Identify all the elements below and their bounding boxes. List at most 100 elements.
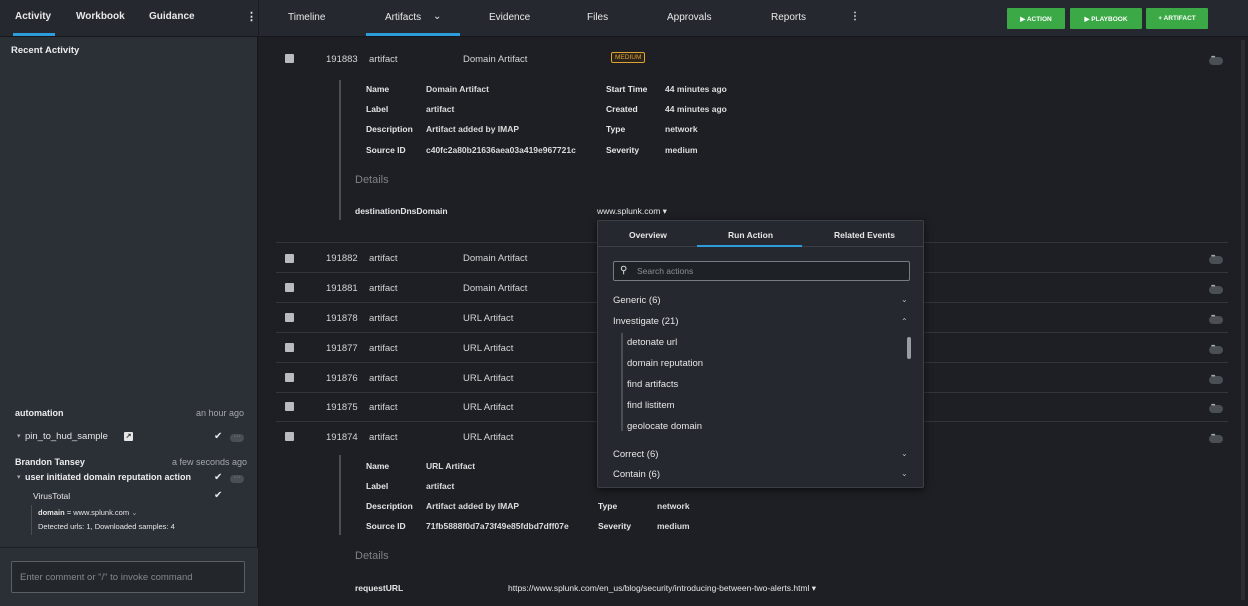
row-checkbox[interactable] (285, 313, 294, 322)
field-value: network (657, 501, 690, 511)
tab-workbook[interactable]: Workbook (76, 11, 125, 22)
tab-guidance[interactable]: Guidance (149, 11, 195, 22)
external-link-icon[interactable]: ↗ (124, 432, 133, 441)
popup-tab-run-action[interactable]: Run Action (728, 230, 773, 240)
artifact-kind: artifact (369, 54, 398, 65)
row-more-icon[interactable] (1209, 403, 1223, 413)
action-item[interactable]: find artifacts (627, 379, 678, 390)
artifact-name[interactable]: URL Artifact (463, 313, 513, 324)
user-time: a few seconds ago (172, 457, 248, 467)
add-artifact-button[interactable]: + ARTIFACT (1146, 8, 1208, 29)
playbook-name[interactable]: pin_to_hud_sample (25, 431, 108, 442)
severity-badge: MEDIUM (611, 52, 646, 63)
comment-input[interactable]: Enter comment or "/" to invoke command (11, 561, 245, 593)
cef-field-label: requestURL (355, 583, 404, 593)
row-more-icon[interactable] (1209, 284, 1223, 294)
field-label: Label (366, 481, 389, 491)
row-more-icon[interactable] (1209, 55, 1223, 65)
action-label[interactable]: user initiated domain reputation action (25, 472, 191, 482)
result-text: Detected urls: 1, Downloaded samples: 4 (38, 522, 175, 531)
artifact-id: 191882 (326, 253, 358, 264)
param-value: = www.splunk.com (66, 508, 130, 517)
artifact-id: 191876 (326, 373, 358, 384)
row-checkbox[interactable] (285, 373, 294, 382)
artifact-name[interactable]: Domain Artifact (463, 253, 527, 264)
expand-caret-icon[interactable]: ▾ (17, 473, 21, 481)
tab-reports[interactable]: Reports (771, 12, 806, 23)
chevron-down-icon[interactable]: ⌄ (433, 11, 441, 22)
row-more-icon[interactable] (1209, 374, 1223, 384)
tab-files[interactable]: Files (587, 12, 608, 23)
check-icon: ✔ (214, 431, 223, 442)
cef-field-value[interactable]: www.splunk.com ▾ (597, 206, 667, 217)
artifact-name[interactable]: URL Artifact (463, 402, 513, 413)
group-contain[interactable]: Contain (6) (613, 469, 660, 480)
tab-activity[interactable]: Activity (12, 11, 56, 36)
chevron-down-icon[interactable]: ⌄ (901, 469, 908, 478)
popup-tab-overview[interactable]: Overview (629, 230, 667, 240)
field-label: Description (366, 501, 413, 511)
action-button[interactable]: ▶ ACTION (1007, 8, 1065, 29)
app-label: VirusTotal (33, 491, 71, 501)
tab-approvals[interactable]: Approvals (667, 12, 711, 23)
popup-scrollbar-thumb[interactable] (907, 337, 911, 359)
field-value: medium (665, 145, 698, 155)
row-checkbox[interactable] (285, 254, 294, 263)
artifact-kind: artifact (369, 432, 398, 443)
tab-timeline[interactable]: Timeline (288, 12, 325, 23)
search-icon: ⚲ (620, 265, 628, 276)
row-checkbox[interactable] (285, 54, 294, 63)
more-tabs-icon[interactable]: ⋮ (850, 11, 860, 22)
artifact-name[interactable]: URL Artifact (463, 373, 513, 384)
more-icon[interactable]: ··· (230, 433, 244, 442)
playbook-button[interactable]: ▶ PLAYBOOK (1070, 8, 1142, 29)
field-value: artifact (426, 104, 455, 114)
group-tree-line (621, 333, 623, 431)
cef-field-value[interactable]: https://www.splunk.com/en_us/blog/securi… (508, 583, 816, 594)
row-checkbox[interactable] (285, 402, 294, 411)
popup-tab-related-events[interactable]: Related Events (834, 230, 895, 240)
group-investigate[interactable]: Investigate (21) (613, 316, 678, 327)
artifact-name[interactable]: Domain Artifact (463, 283, 527, 294)
row-checkbox[interactable] (285, 343, 294, 352)
row-more-icon[interactable] (1209, 254, 1223, 264)
artifact-name[interactable]: Domain Artifact (463, 54, 527, 65)
artifact-name[interactable]: URL Artifact (463, 432, 513, 443)
action-item[interactable]: domain reputation (627, 358, 703, 369)
row-more-icon[interactable] (1209, 433, 1223, 443)
artifact-kind: artifact (369, 373, 398, 384)
field-value: 71fb5888f0d7a73f49e85fdbd7dff07e (426, 521, 569, 531)
tab-evidence[interactable]: Evidence (489, 12, 530, 23)
field-label: Created (606, 104, 638, 114)
row-more-icon[interactable] (1209, 344, 1223, 354)
field-value: 44 minutes ago (665, 84, 727, 94)
action-item[interactable]: find listitem (627, 400, 675, 411)
chevron-down-icon[interactable]: ⌄ (901, 295, 908, 304)
expand-caret-icon[interactable]: ▾ (17, 432, 21, 440)
main-scrollbar-track[interactable] (1241, 40, 1245, 600)
artifact-id: 191883 (326, 54, 358, 65)
group-generic[interactable]: Generic (6) (613, 295, 661, 306)
chevron-down-icon[interactable]: ⌄ (901, 449, 908, 458)
row-checkbox[interactable] (285, 283, 294, 292)
top-tab-bar: Timeline Artifacts ⌄ Evidence Files Appr… (259, 0, 1248, 37)
artifact-kind: artifact (369, 283, 398, 294)
chevron-up-icon[interactable]: ⌃ (901, 317, 908, 326)
check-icon: ✔ (214, 472, 223, 483)
group-correct[interactable]: Correct (6) (613, 449, 658, 460)
artifact-name[interactable]: URL Artifact (463, 343, 513, 354)
search-placeholder: Search actions (637, 266, 694, 276)
field-value: 44 minutes ago (665, 104, 727, 114)
row-checkbox[interactable] (285, 432, 294, 441)
detail-bar (339, 80, 341, 220)
user-name: Brandon Tansey (15, 457, 85, 467)
left-menu-icon[interactable]: ⋮ (246, 10, 257, 23)
field-value: network (665, 124, 698, 134)
chevron-down-icon[interactable]: ⌄ (131, 508, 137, 517)
row-more-icon[interactable] (1209, 314, 1223, 324)
action-item[interactable]: detonate url (627, 337, 677, 348)
action-search-input[interactable]: ⚲ Search actions (613, 261, 910, 281)
more-icon[interactable]: ··· (230, 474, 244, 483)
tab-artifacts[interactable]: Artifacts (385, 12, 421, 23)
action-item[interactable]: geolocate domain (627, 421, 702, 432)
